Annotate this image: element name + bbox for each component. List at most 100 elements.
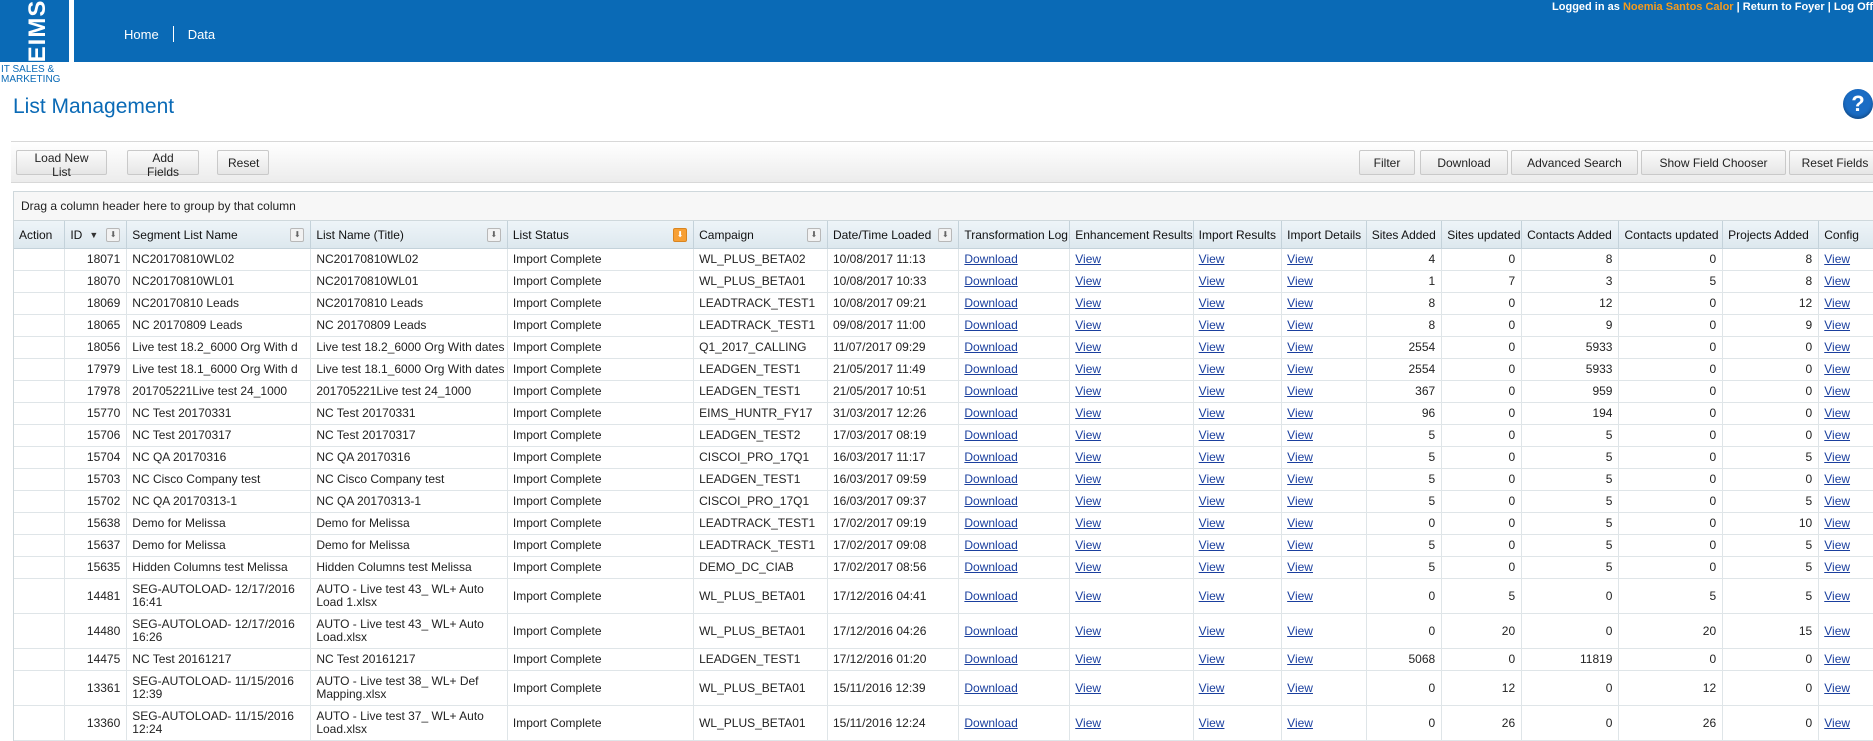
transformation-log-download-link[interactable]: Download (964, 296, 1017, 310)
import-details-view-link[interactable]: View (1287, 472, 1313, 486)
group-by-panel[interactable]: Drag a column header here to group by th… (14, 191, 1873, 221)
import-details-view-link[interactable]: View (1287, 589, 1313, 603)
config-view-link[interactable]: View (1824, 681, 1850, 695)
row-action-cell[interactable] (14, 613, 66, 649)
import-details-view-link[interactable]: View (1287, 428, 1313, 442)
col-header-sites-added[interactable]: Sites Added (1366, 221, 1443, 249)
import-details-view-link[interactable]: View (1287, 516, 1313, 530)
reset-fields-button[interactable]: Reset Fields (1789, 150, 1873, 175)
import-details-view-link[interactable]: View (1287, 406, 1313, 420)
import-results-view-link[interactable]: View (1199, 384, 1225, 398)
row-action-cell[interactable] (14, 534, 66, 557)
row-action-cell[interactable] (14, 248, 66, 271)
col-header-sites-updated[interactable]: Sites updated (1441, 221, 1523, 249)
transformation-log-download-link[interactable]: Download (964, 538, 1017, 552)
table-row[interactable]: 15702 NC QA 20170313-1 NC QA 20170313-1 Imp… (14, 490, 1873, 513)
row-action-cell[interactable] (14, 314, 66, 337)
import-details-view-link[interactable]: View (1287, 384, 1313, 398)
enhancement-results-view-link[interactable]: View (1075, 624, 1101, 638)
col-header-segment-list-name[interactable]: Segment List Name ⬇ (126, 221, 312, 249)
table-row[interactable]: 18065 NC 20170809 Leads NC 20170809 Leads I… (14, 314, 1873, 337)
transformation-log-download-link[interactable]: Download (964, 340, 1017, 354)
enhancement-results-view-link[interactable]: View (1075, 318, 1101, 332)
transformation-log-download-link[interactable]: Download (964, 362, 1017, 376)
enhancement-results-view-link[interactable]: View (1075, 450, 1101, 464)
import-details-view-link[interactable]: View (1287, 624, 1313, 638)
enhancement-results-view-link[interactable]: View (1075, 252, 1101, 266)
filter-icon[interactable]: ⬇ (938, 228, 953, 242)
row-action-cell[interactable] (14, 402, 66, 425)
row-action-cell[interactable] (14, 705, 66, 741)
config-view-link[interactable]: View (1824, 340, 1850, 354)
transformation-log-download-link[interactable]: Download (964, 428, 1017, 442)
import-details-view-link[interactable]: View (1287, 274, 1313, 288)
row-action-cell[interactable] (14, 670, 66, 706)
filter-button[interactable]: Filter (1359, 150, 1415, 175)
show-field-chooser-button[interactable]: Show Field Chooser (1641, 150, 1786, 175)
import-details-view-link[interactable]: View (1287, 362, 1313, 376)
import-details-view-link[interactable]: View (1287, 681, 1313, 695)
config-view-link[interactable]: View (1824, 538, 1850, 552)
return-to-foyer-link[interactable]: Return to Foyer (1743, 1, 1825, 13)
enhancement-results-view-link[interactable]: View (1075, 494, 1101, 508)
row-action-cell[interactable] (14, 292, 66, 315)
col-header-enhancement-results[interactable]: Enhancement Results (1069, 221, 1194, 249)
col-header-transformation-log[interactable]: Transformation Log (958, 221, 1071, 249)
enhancement-results-view-link[interactable]: View (1075, 516, 1101, 530)
transformation-log-download-link[interactable]: Download (964, 516, 1017, 530)
config-view-link[interactable]: View (1824, 494, 1850, 508)
enhancement-results-view-link[interactable]: View (1075, 716, 1101, 730)
nav-data-link[interactable]: Data (188, 27, 215, 42)
filter-icon[interactable]: ⬇ (106, 228, 121, 242)
import-results-view-link[interactable]: View (1199, 274, 1225, 288)
col-header-projects-added[interactable]: Projects Added (1722, 221, 1820, 249)
table-row[interactable]: 17979 Live test 18.1_6000 Org With d Live … (14, 358, 1873, 381)
table-row[interactable]: 15706 NC Test 20170317 NC Test 20170317 Imp… (14, 424, 1873, 447)
transformation-log-download-link[interactable]: Download (964, 384, 1017, 398)
logo[interactable]: EIMS (0, 0, 74, 62)
row-action-cell[interactable] (14, 556, 66, 579)
config-view-link[interactable]: View (1824, 624, 1850, 638)
enhancement-results-view-link[interactable]: View (1075, 538, 1101, 552)
help-icon[interactable]: ? (1843, 89, 1873, 119)
transformation-log-download-link[interactable]: Download (964, 318, 1017, 332)
table-row[interactable]: 13360 SEG-AUTOLOAD- 11/15/2016 12:24 AUTO … (14, 705, 1873, 741)
transformation-log-download-link[interactable]: Download (964, 406, 1017, 420)
filter-icon[interactable]: ⬇ (486, 228, 501, 242)
col-header-date-time-loaded[interactable]: Date/Time Loaded ⬇ (827, 221, 960, 249)
enhancement-results-view-link[interactable]: View (1075, 362, 1101, 376)
config-view-link[interactable]: View (1824, 274, 1850, 288)
import-results-view-link[interactable]: View (1199, 589, 1225, 603)
row-action-cell[interactable] (14, 380, 66, 403)
transformation-log-download-link[interactable]: Download (964, 624, 1017, 638)
table-row[interactable]: 18070 NC20170810WL01 NC20170810WL01 Import … (14, 270, 1873, 293)
config-view-link[interactable]: View (1824, 516, 1850, 530)
enhancement-results-view-link[interactable]: View (1075, 296, 1101, 310)
reset-button[interactable]: Reset (217, 150, 269, 175)
import-results-view-link[interactable]: View (1199, 716, 1225, 730)
config-view-link[interactable]: View (1824, 318, 1850, 332)
import-details-view-link[interactable]: View (1287, 716, 1313, 730)
transformation-log-download-link[interactable]: Download (964, 450, 1017, 464)
advanced-search-button[interactable]: Advanced Search (1511, 150, 1638, 175)
config-view-link[interactable]: View (1824, 406, 1850, 420)
enhancement-results-view-link[interactable]: View (1075, 472, 1101, 486)
filter-active-icon[interactable]: ⬇ (673, 228, 688, 242)
row-action-cell[interactable] (14, 424, 66, 447)
import-results-view-link[interactable]: View (1199, 538, 1225, 552)
config-view-link[interactable]: View (1824, 384, 1850, 398)
log-off-link[interactable]: Log Off (1834, 1, 1873, 13)
import-details-view-link[interactable]: View (1287, 318, 1313, 332)
col-header-campaign[interactable]: Campaign ⬇ (693, 221, 828, 249)
table-row[interactable]: 18069 NC20170810 Leads NC20170810 Leads Imp… (14, 292, 1873, 315)
config-view-link[interactable]: View (1824, 589, 1850, 603)
table-row[interactable]: 15704 NC QA 20170316 NC QA 20170316 Import … (14, 446, 1873, 469)
import-details-view-link[interactable]: View (1287, 652, 1313, 666)
import-details-view-link[interactable]: View (1287, 296, 1313, 310)
add-fields-button[interactable]: Add Fields (127, 150, 199, 179)
config-view-link[interactable]: View (1824, 652, 1850, 666)
enhancement-results-view-link[interactable]: View (1075, 384, 1101, 398)
col-header-action[interactable]: Action (14, 221, 66, 249)
nav-home-link[interactable]: Home (124, 27, 159, 42)
import-results-view-link[interactable]: View (1199, 428, 1225, 442)
